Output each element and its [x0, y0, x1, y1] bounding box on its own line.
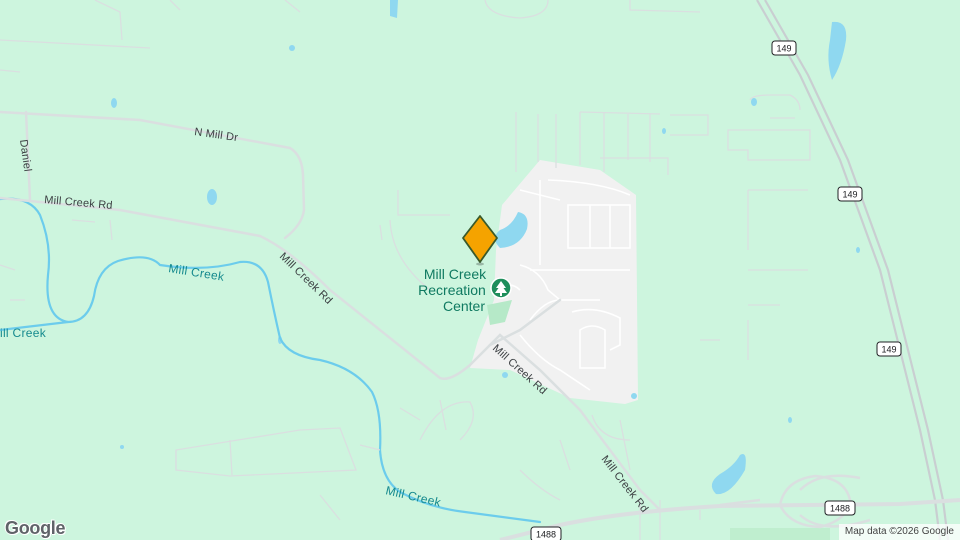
map-tiles: 149 149 149 1488 1488 N Mill Dr Daniel M…: [0, 0, 960, 540]
svg-text:1488: 1488: [830, 504, 850, 514]
google-logo[interactable]: Google: [5, 518, 66, 539]
svg-text:149: 149: [881, 345, 896, 355]
shield-149-low: 149: [876, 341, 902, 357]
place-label-line2: Recreation: [418, 282, 486, 298]
svg-text:149: 149: [842, 190, 857, 200]
pond-n: [390, 0, 398, 18]
shield-1488-right: 1488: [824, 500, 856, 516]
place-label-line3: Center: [443, 298, 485, 314]
shield-149-mid: 149: [837, 186, 863, 202]
field-patch: [730, 528, 830, 540]
park-pin-icon[interactable]: [490, 277, 512, 299]
svg-text:149: 149: [776, 44, 791, 54]
water-label-mill-creek-west: ill Creek: [0, 326, 47, 340]
shield-149-top: 149: [771, 40, 797, 56]
shield-1488-left: 1488: [530, 526, 562, 540]
place-label-line1: Mill Creek: [424, 266, 487, 282]
svg-text:1488: 1488: [536, 530, 556, 540]
map-attribution[interactable]: Map data ©2026 Google: [838, 524, 960, 540]
map-canvas[interactable]: 149 149 149 1488 1488 N Mill Dr Daniel M…: [0, 0, 960, 540]
